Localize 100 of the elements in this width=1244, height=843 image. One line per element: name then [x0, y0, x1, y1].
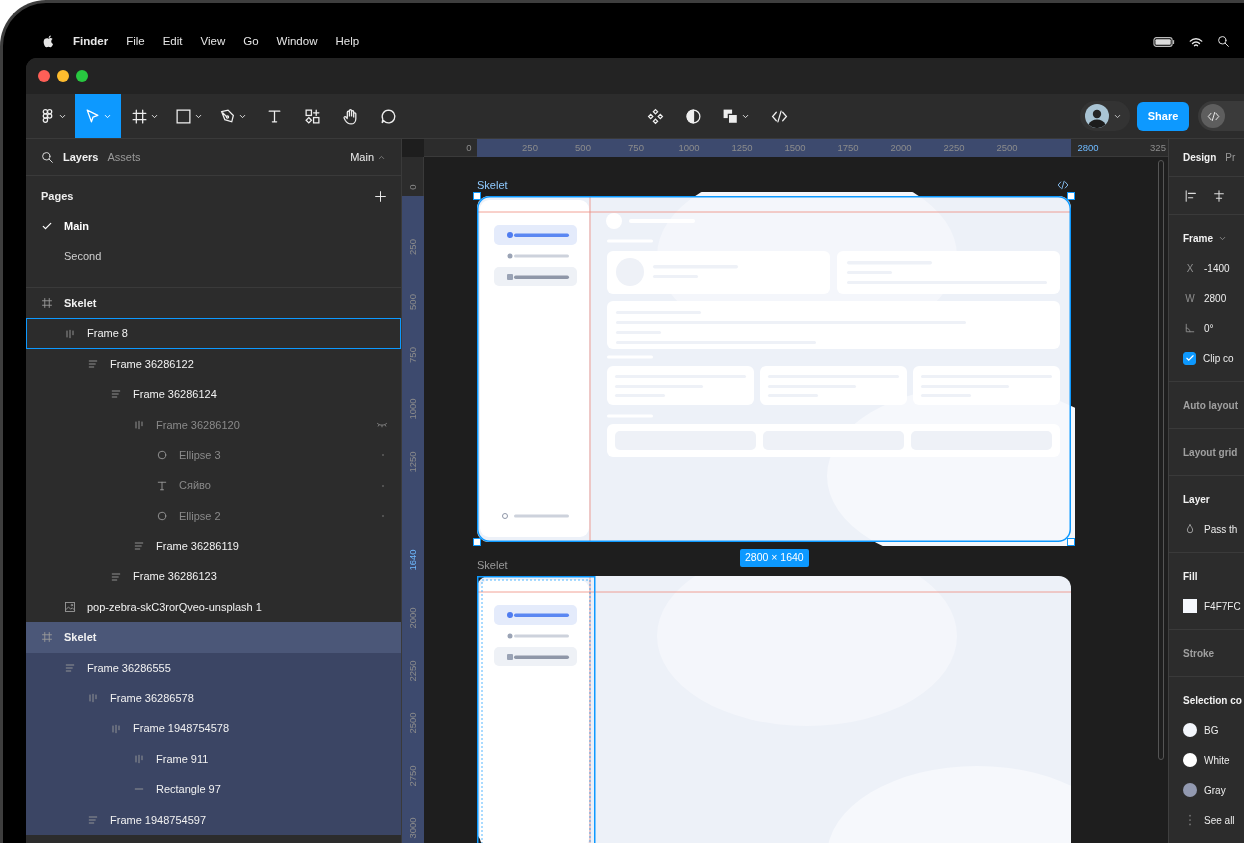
- hash-icon: [131, 107, 148, 125]
- check-icon: [1184, 353, 1195, 363]
- checkbox[interactable]: [1183, 351, 1196, 365]
- apple-menu-icon[interactable]: [42, 35, 55, 48]
- menu-item[interactable]: Window: [276, 32, 318, 51]
- layer-row[interactable]: Frame 36286123: [26, 561, 401, 592]
- ruler-label: 2250: [943, 143, 965, 153]
- lines-icon: [87, 813, 99, 826]
- field-value[interactable]: 0°: [1204, 320, 1214, 336]
- page-item[interactable]: Main: [26, 211, 401, 241]
- layer-row[interactable]: Frame 8: [26, 318, 401, 349]
- page-switcher[interactable]: Main: [350, 148, 386, 166]
- ruler-label: 1000: [408, 398, 418, 420]
- layer-row[interactable]: Frame 1948754597: [26, 804, 401, 836]
- section-header[interactable]: Fill: [1183, 568, 1198, 584]
- ruler-label: 2000: [408, 607, 418, 629]
- section-header[interactable]: Layer: [1183, 491, 1210, 507]
- page-item[interactable]: Second: [26, 241, 401, 271]
- lines-icon: [133, 540, 145, 553]
- layer-row[interactable]: Frame 36286578: [26, 683, 401, 714]
- section-header[interactable]: Stroke: [1183, 645, 1215, 661]
- hash-icon: [41, 631, 53, 644]
- color-dot[interactable]: [1183, 753, 1197, 767]
- panel-tab[interactable]: Assets: [107, 148, 141, 166]
- drop-icon: [1184, 523, 1196, 535]
- layer-row[interactable]: Frame 36286124: [26, 379, 401, 410]
- ruler-label: 1250: [408, 451, 418, 473]
- diamonds-icon: [646, 107, 664, 125]
- ruler-label: 250: [408, 239, 418, 255]
- layer-row[interactable]: Frame 36286555: [26, 652, 401, 684]
- field-value[interactable]: Pass th: [1204, 521, 1238, 537]
- layer-row[interactable]: Сяйво: [26, 470, 401, 501]
- layer-row[interactable]: Frame 36286120: [26, 409, 401, 440]
- dev-mode-toggle[interactable]: [1198, 101, 1244, 131]
- code-icon[interactable]: [1057, 179, 1069, 191]
- frame-label[interactable]: Skelet: [477, 176, 508, 194]
- canvas[interactable]: 0 250 500 750 1000 1250 1500 1750 2000 2250 2500 2800 325 0 250 500 750 1000 1250 1640 2000 2250 2500 2750 3000 Skelet 2800 × 1640 Skelet: [402, 139, 1168, 843]
- ruler-label: 1000: [678, 143, 700, 153]
- menu-item[interactable]: Help: [335, 32, 360, 51]
- ruler-label: 2750: [408, 765, 418, 787]
- user-menu-button[interactable]: [1080, 101, 1130, 131]
- layer-row[interactable]: Frame 36286119: [26, 531, 401, 562]
- ruler-label: 750: [628, 143, 644, 153]
- section-header[interactable]: Selection co: [1183, 692, 1242, 708]
- panel-tab[interactable]: Layers: [63, 148, 99, 166]
- panel-tab[interactable]: Design: [1183, 150, 1217, 165]
- columns-icon: [64, 327, 76, 340]
- square-icon: [175, 107, 192, 125]
- field-value: Gray: [1204, 783, 1226, 798]
- columns-icon: [133, 753, 145, 766]
- layer-row[interactable]: Rectangle 97: [26, 774, 401, 805]
- frame-label[interactable]: Skelet: [477, 556, 508, 574]
- close-button[interactable]: [38, 70, 50, 82]
- plus-icon: [374, 190, 387, 204]
- field-label: W: [1184, 291, 1196, 306]
- layer-row[interactable]: pop-zebra-skC3rorQveo-unsplash 1: [26, 591, 401, 623]
- field-value[interactable]: F4F7FC: [1204, 598, 1241, 614]
- minimize-button[interactable]: [57, 70, 69, 82]
- layer-row[interactable]: Frame 1948754578: [26, 713, 401, 744]
- field-value[interactable]: 2800: [1204, 290, 1227, 306]
- half-circle-icon: [684, 107, 702, 125]
- menu-item[interactable]: Go: [243, 32, 259, 51]
- ruler-label: 2250: [408, 660, 418, 682]
- section-header[interactable]: Auto layout: [1183, 397, 1238, 413]
- ruler-label: 500: [575, 143, 591, 153]
- ruler-label: 1500: [784, 143, 806, 153]
- field-label: X: [1185, 261, 1195, 276]
- layer-row[interactable]: Frame 911: [26, 743, 401, 775]
- ruler-label: 2500: [996, 143, 1018, 153]
- hand-icon: [341, 107, 359, 125]
- search-icon[interactable]: [41, 150, 54, 164]
- ruler-label: 1750: [837, 143, 859, 153]
- layer-row[interactable]: Skelet: [26, 288, 401, 319]
- section-header[interactable]: Layout grid: [1183, 444, 1238, 460]
- align-left-icon[interactable]: [1184, 188, 1198, 203]
- ruler-label: 0: [466, 143, 472, 153]
- layer-row[interactable]: Frame 36286122: [26, 348, 401, 380]
- zoom-button[interactable]: [76, 70, 88, 82]
- lines-icon: [64, 661, 76, 674]
- section-title: Pages: [41, 188, 75, 204]
- speech-bubble-icon: [379, 107, 397, 125]
- field-value[interactable]: -1400: [1204, 260, 1230, 276]
- checkbox-label[interactable]: Clip co: [1203, 350, 1234, 366]
- menu-item[interactable]: View: [200, 32, 226, 51]
- panel-tab[interactable]: Pr: [1225, 150, 1236, 165]
- menu-item[interactable]: Finder: [73, 32, 109, 51]
- section-header[interactable]: Frame: [1183, 230, 1227, 246]
- color-swatch[interactable]: [1183, 599, 1197, 613]
- menu-item[interactable]: Edit: [162, 32, 183, 51]
- search-icon[interactable]: [1217, 35, 1230, 48]
- color-dot[interactable]: [1183, 723, 1197, 737]
- layer-row[interactable]: Ellipse 3: [26, 439, 401, 471]
- color-dot[interactable]: [1183, 783, 1197, 797]
- scrollbar[interactable]: [1158, 160, 1164, 760]
- see-all-link[interactable]: See all: [1204, 812, 1235, 828]
- align-center-icon[interactable]: [1212, 188, 1226, 203]
- layer-row[interactable]: Skelet: [26, 622, 401, 653]
- lines-icon: [87, 357, 99, 370]
- menu-item[interactable]: File: [126, 32, 145, 51]
- layer-row[interactable]: Ellipse 2: [26, 500, 401, 532]
